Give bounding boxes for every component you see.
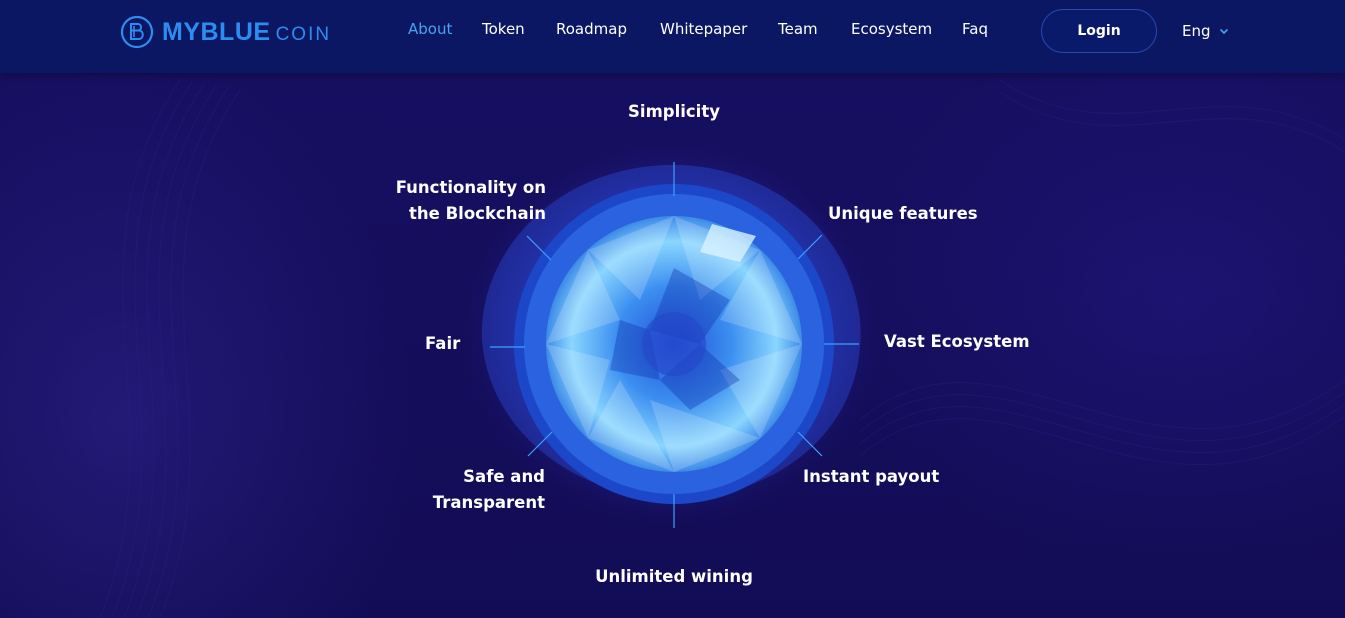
gem-graphic	[461, 139, 883, 528]
feature-functionality-line2: the Blockchain	[409, 204, 546, 223]
feature-safe: Safe and Transparent	[405, 464, 545, 516]
feature-safe-line1: Safe and	[463, 467, 545, 486]
feature-safe-line2: Transparent	[432, 493, 545, 512]
feature-functionality: Functionality on the Blockchain	[380, 175, 546, 227]
feature-instant-payout: Instant payout	[803, 467, 940, 486]
feature-functionality-line1: Functionality on	[395, 178, 546, 197]
features-diagram: Simplicity Functionality on the Blockcha…	[0, 0, 1345, 618]
feature-unique: Unique features	[828, 204, 978, 223]
gem-core	[642, 312, 706, 376]
feature-unlimited: Unlimited wining	[595, 567, 753, 586]
feature-simplicity: Simplicity	[628, 102, 720, 121]
feature-vast-ecosystem: Vast Ecosystem	[884, 332, 1030, 351]
feature-fair: Fair	[425, 334, 461, 353]
